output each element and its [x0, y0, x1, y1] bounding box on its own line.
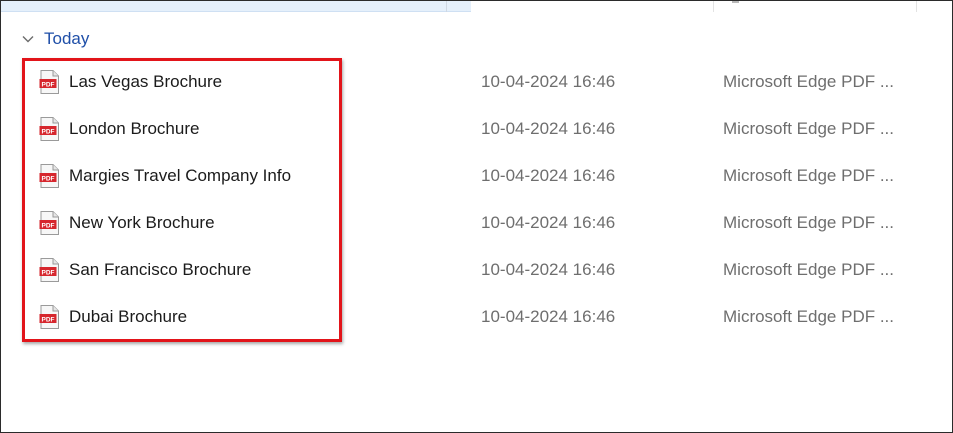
file-type: Microsoft Edge PDF ... — [723, 306, 894, 326]
sort-indicator — [732, 1, 739, 3]
file-type: Microsoft Edge PDF ... — [723, 118, 894, 138]
file-type: Microsoft Edge PDF ... — [723, 259, 894, 279]
svg-text:PDF: PDF — [42, 128, 55, 135]
list-item[interactable]: PDF London Brochure 10-04-2024 16:46 Mic… — [1, 105, 953, 152]
file-list-window: Today PDF Las Vegas Brochure 10-04-2024 … — [0, 0, 953, 433]
file-name: Dubai Brochure — [69, 306, 188, 326]
file-name: London Brochure — [69, 118, 200, 138]
group-label: Today — [44, 29, 90, 48]
pdf-file-icon: PDF — [39, 69, 59, 94]
svg-text:PDF: PDF — [42, 222, 55, 229]
svg-text:PDF: PDF — [42, 269, 55, 276]
pdf-file-icon: PDF — [39, 163, 59, 188]
file-date-modified: 10-04-2024 16:46 — [481, 118, 616, 138]
pdf-file-icon: PDF — [39, 304, 59, 329]
file-name: New York Brochure — [69, 212, 215, 232]
list-item[interactable]: PDF Las Vegas Brochure 10-04-2024 16:46 … — [1, 58, 953, 105]
svg-text:PDF: PDF — [42, 81, 55, 88]
column-divider[interactable] — [916, 1, 917, 12]
pdf-file-icon: PDF — [39, 116, 59, 141]
file-date-modified: 10-04-2024 16:46 — [481, 71, 616, 91]
file-name: Margies Travel Company Info — [69, 165, 292, 185]
svg-text:PDF: PDF — [42, 175, 55, 182]
list-item[interactable]: PDF New York Brochure 10-04-2024 16:46 M… — [1, 199, 953, 246]
file-date-modified: 10-04-2024 16:46 — [481, 212, 616, 232]
pdf-file-icon: PDF — [39, 210, 59, 235]
file-type: Microsoft Edge PDF ... — [723, 71, 894, 91]
file-type: Microsoft Edge PDF ... — [723, 212, 894, 232]
file-name: Las Vegas Brochure — [69, 71, 223, 91]
list-item[interactable]: PDF San Francisco Brochure 10-04-2024 16… — [1, 246, 953, 293]
selected-header-strip — [1, 1, 471, 12]
svg-text:PDF: PDF — [42, 316, 55, 323]
list-item[interactable]: PDF Margies Travel Company Info 10-04-20… — [1, 152, 953, 199]
chevron-down-icon[interactable] — [21, 32, 35, 46]
file-name: San Francisco Brochure — [69, 259, 252, 279]
column-divider[interactable] — [713, 1, 714, 12]
file-date-modified: 10-04-2024 16:46 — [481, 259, 616, 279]
file-date-modified: 10-04-2024 16:46 — [481, 306, 616, 326]
file-date-modified: 10-04-2024 16:46 — [481, 165, 616, 185]
list-item[interactable]: PDF Dubai Brochure 10-04-2024 16:46 Micr… — [1, 293, 953, 340]
group-header-today[interactable]: Today — [21, 28, 89, 50]
column-divider[interactable] — [446, 1, 447, 12]
file-type: Microsoft Edge PDF ... — [723, 165, 894, 185]
pdf-file-icon: PDF — [39, 257, 59, 282]
